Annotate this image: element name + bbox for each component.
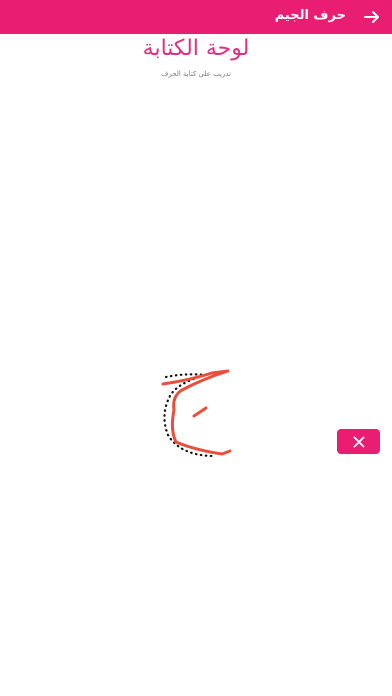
board-subtitle: تدريب على كتابة الحرف	[161, 70, 231, 78]
clear-button[interactable]	[337, 429, 380, 454]
user-drawn-stroke	[161, 369, 232, 456]
board-title: لوحة الكتابة	[142, 36, 250, 61]
arrow-right-icon[interactable]	[362, 7, 382, 27]
app-bar: حرف الجيم	[0, 0, 392, 34]
screen-title: حرف الجيم	[274, 8, 346, 23]
close-icon	[353, 436, 364, 447]
drawing-canvas[interactable]	[0, 90, 392, 650]
